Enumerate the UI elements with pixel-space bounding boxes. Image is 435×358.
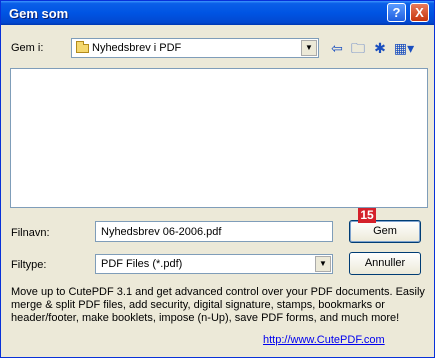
folder-icon (76, 41, 89, 53)
up-folder-icon[interactable]: 🗀 (350, 39, 366, 57)
save-button[interactable]: Gem (349, 220, 421, 243)
save-in-dropdown[interactable]: Nyhedsbrev i PDF ▼ (71, 38, 319, 58)
close-button[interactable]: X (410, 3, 429, 22)
filetype-dropdown[interactable]: PDF Files (*.pdf) ▼ (95, 254, 333, 274)
filetype-label: Filtype: (11, 259, 47, 271)
filename-label: Filnavn: (11, 227, 50, 239)
title-bar[interactable]: Gem som ? X (1, 1, 434, 25)
window-title: Gem som (9, 6, 69, 21)
cancel-button[interactable]: Annuller (349, 252, 421, 275)
views-menu-icon[interactable]: ▦▾ (392, 39, 416, 57)
save-as-dialog: Gem som ? X Gem i: Nyhedsbrev i PDF ▼ ⇦ … (0, 0, 435, 358)
filetype-value: PDF Files (*.pdf) (101, 258, 183, 270)
promo-text: Move up to CutePDF 3.1 and get advanced … (11, 286, 425, 324)
filename-input[interactable] (95, 221, 333, 242)
help-button[interactable]: ? (387, 3, 406, 22)
save-in-label: Gem i: (11, 42, 44, 54)
promo-link[interactable]: http://www.CutePDF.com (263, 334, 385, 346)
save-in-value: Nyhedsbrev i PDF (92, 42, 182, 54)
chevron-down-icon[interactable]: ▼ (301, 40, 317, 56)
file-list[interactable] (10, 68, 428, 208)
new-folder-icon[interactable]: ✱ (372, 39, 388, 57)
back-arrow-icon[interactable]: ⇦ (329, 39, 345, 57)
step-number-badge: 15 (358, 208, 376, 223)
chevron-down-icon[interactable]: ▼ (315, 256, 331, 272)
